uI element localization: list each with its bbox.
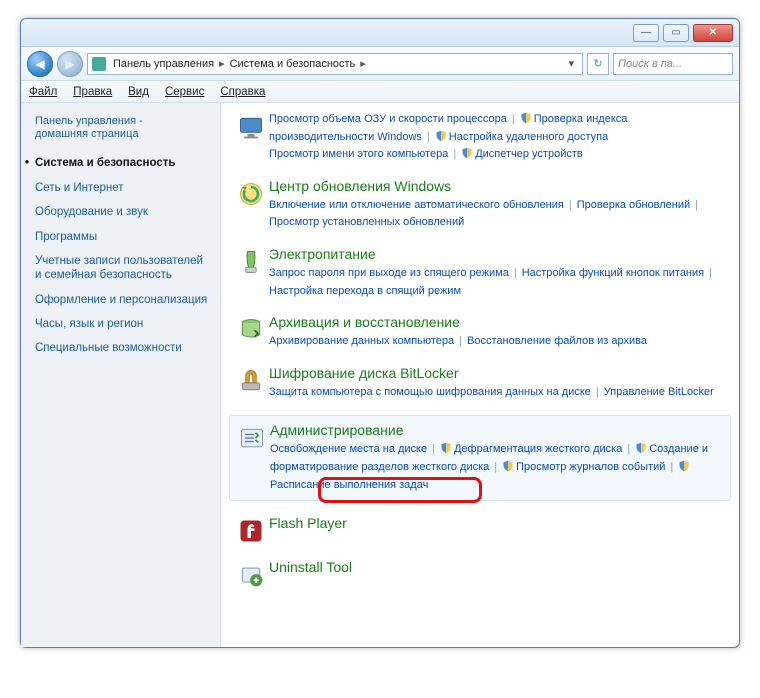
uninstall-icon [233,559,269,589]
separator: | [448,148,461,160]
separator: | [509,267,522,279]
category-links: Освобождение места на диске|Дефрагментац… [270,441,726,494]
control-panel-window: — ▭ ✕ ◀ ▶ Панель управления ▸ Система и … [20,18,740,648]
content-pane: Просмотр объема ОЗУ и скорости процессор… [221,103,739,647]
task-link[interactable]: Архивирование данных компьютера [269,335,454,347]
task-link[interactable]: Настройка функций кнопок питания [522,267,704,279]
task-link[interactable]: Просмотр объема ОЗУ и скорости процессор… [269,113,507,125]
monitor-icon [233,111,269,164]
menu-tools[interactable]: Сервис [165,86,204,98]
menu-view[interactable]: Вид [128,86,149,98]
breadcrumb-root[interactable]: Панель управления [110,58,217,70]
task-link[interactable]: Диспетчер устройств [461,148,583,160]
breadcrumb-current[interactable]: Система и безопасность [227,58,359,70]
forward-button[interactable]: ▶ [57,51,83,77]
address-bar[interactable]: Панель управления ▸ Система и безопаснос… [87,53,583,75]
sidebar-item[interactable]: Программы [35,225,210,249]
sidebar-item[interactable]: Учетные записи пользователей и семейная … [35,249,210,288]
category-section: Администрирование Освобождение места на д… [229,415,731,501]
separator: | [422,131,435,143]
task-link[interactable]: Настройка удаленного доступа [435,131,608,143]
maximize-button[interactable]: ▭ [663,24,689,42]
category-section: Uninstall Tool [233,559,727,589]
category-title[interactable]: Электропитание [269,246,727,262]
category-title[interactable]: Центр обновления Windows [269,178,727,194]
close-button[interactable]: ✕ [693,24,733,42]
back-button[interactable]: ◀ [27,51,53,77]
task-link[interactable]: Запрос пароля при выходе из спящего режи… [269,267,509,279]
category-links: Архивирование данных компьютера|Восстано… [269,333,727,351]
minimize-button[interactable]: — [633,24,659,42]
category-links: Запрос пароля при выходе из спящего режи… [269,265,727,300]
window-body: Панель управления -домашняя страница Сис… [21,103,739,647]
menu-edit[interactable]: Правка [73,86,112,98]
category-section: Просмотр объема ОЗУ и скорости процессор… [233,111,727,164]
task-link[interactable]: Просмотр имени этого компьютера [269,148,448,160]
chevron-right-icon: ▸ [217,57,227,70]
backup-icon [233,314,269,351]
task-link[interactable]: Защита компьютера с помощью шифрования д… [269,386,591,398]
category-section: Flash Player [233,515,727,545]
sidebar-item[interactable]: Часы, язык и регион [35,312,210,336]
menu-file[interactable]: Файл [29,86,57,98]
sidebar-item[interactable]: Система и безопасность [35,151,210,175]
separator: | [622,443,635,455]
bitlocker-icon [233,365,269,402]
sidebar-item[interactable]: Специальные возможности [35,336,210,360]
category-section: Центр обновления Windows Включение или от… [233,178,727,232]
task-link[interactable]: Проверка обновлений [577,199,690,211]
separator: | [427,443,440,455]
task-link[interactable]: Дефрагментация жесткого диска [440,443,622,455]
task-link[interactable]: Просмотр установленных обновлений [269,216,464,228]
admin-icon [234,422,270,494]
refresh-button[interactable]: ↻ [587,53,609,75]
category-links: Включение или отключение автоматического… [269,197,727,232]
sidebar-item[interactable]: Оборудование и звук [35,200,210,224]
task-link[interactable]: Настройка перехода в спящий режим [269,285,461,297]
category-title[interactable]: Flash Player [269,515,727,531]
category-title[interactable]: Uninstall Tool [269,559,727,575]
separator: | [454,335,467,347]
control-panel-icon [92,57,106,71]
category-section: Шифрование диска BitLocker Защита компьют… [233,365,727,402]
task-link[interactable]: Управление BitLocker [604,386,714,398]
sidebar-item[interactable]: Сеть и Интернет [35,176,210,200]
separator: | [564,199,577,211]
category-title[interactable]: Администрирование [270,422,726,438]
separator: | [507,113,520,125]
task-link[interactable]: Включение или отключение автоматического… [269,199,564,211]
category-links: Просмотр объема ОЗУ и скорости процессор… [269,111,727,164]
category-links: Защита компьютера с помощью шифрования д… [269,384,727,402]
search-input[interactable]: Поиск в па... [613,53,733,75]
separator: | [665,461,678,473]
flash-icon [233,515,269,545]
category-section: Архивация и восстановление Архивирование … [233,314,727,351]
separator: | [591,386,604,398]
category-section: Электропитание Запрос пароля при выходе и… [233,246,727,300]
task-link[interactable]: Восстановление файлов из архива [467,335,647,347]
category-title[interactable]: Шифрование диска BitLocker [269,365,727,381]
separator: | [489,461,502,473]
power-icon [233,246,269,300]
category-title[interactable]: Архивация и восстановление [269,314,727,330]
task-link[interactable]: Просмотр журналов событий [502,461,665,473]
sidebar-heading[interactable]: Панель управления -домашняя страница [35,115,210,141]
menu-bar: Файл Правка Вид Сервис Справка [21,81,739,103]
menu-help[interactable]: Справка [220,86,265,98]
address-dropdown[interactable]: ▾ [564,57,578,70]
task-link[interactable]: Освобождение места на диске [270,443,427,455]
titlebar: — ▭ ✕ [21,19,739,47]
chevron-right-icon: ▸ [358,57,368,70]
nav-bar: ◀ ▶ Панель управления ▸ Система и безопа… [21,47,739,81]
update-icon [233,178,269,232]
sidebar-item[interactable]: Оформление и персонализация [35,288,210,312]
sidebar: Панель управления -домашняя страница Сис… [21,103,221,647]
separator: | [704,267,717,279]
separator: | [690,199,703,211]
